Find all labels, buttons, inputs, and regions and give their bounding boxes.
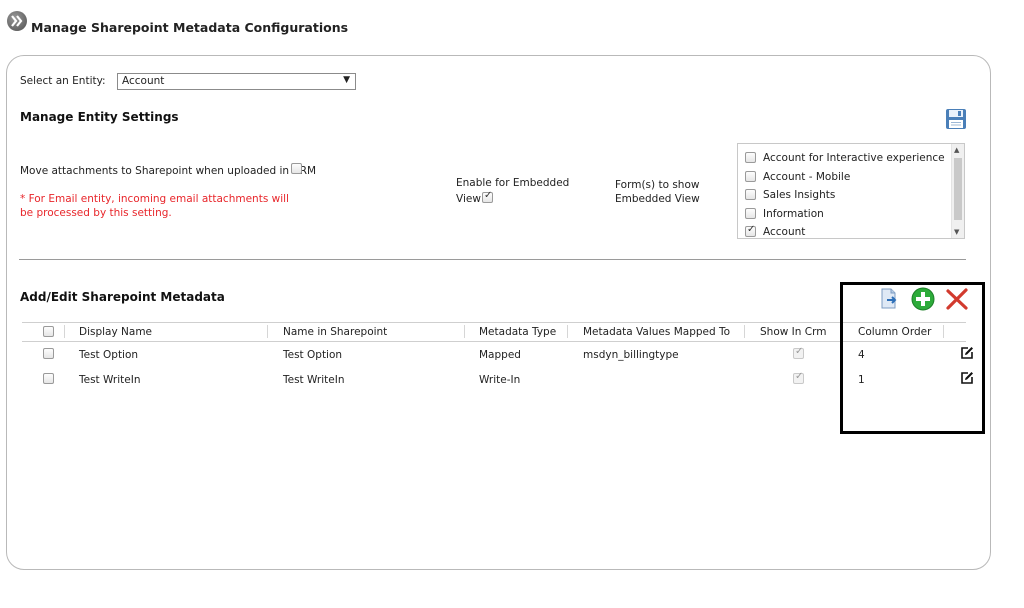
forms-label-line2: Embedded View [615, 193, 700, 205]
forms-label-line1: Form(s) to show [615, 179, 700, 191]
row-show-in-crm-checkbox [793, 371, 804, 384]
email-note-line1: * For Email entity, incoming email attac… [20, 193, 289, 205]
entity-select[interactable]: Account ▼ [117, 73, 356, 90]
row-name-in-sharepoint: Test Option [283, 349, 343, 361]
column-header-metadata-type[interactable]: Metadata Type [479, 326, 556, 338]
row-select-checkbox[interactable] [43, 348, 54, 359]
column-header-name-in-sharepoint[interactable]: Name in Sharepoint [283, 326, 387, 338]
form-checkbox[interactable] [745, 208, 756, 219]
move-attachments-checkbox[interactable] [291, 163, 302, 174]
form-item-label: Sales Insights [763, 189, 836, 201]
form-item-label: Account [763, 226, 806, 238]
metadata-title: Add/Edit Sharepoint Metadata [20, 290, 225, 304]
scroll-down-icon[interactable]: ▼ [954, 228, 959, 236]
column-separator [267, 325, 268, 338]
row-show-in-crm-checkbox [793, 346, 804, 359]
page-title: Manage Sharepoint Metadata Configuration… [31, 20, 349, 35]
entity-settings-title: Manage Entity Settings [20, 110, 179, 124]
scroll-thumb[interactable] [954, 158, 962, 220]
form-item-label: Account - Mobile [763, 171, 851, 183]
row-display-name: Test WriteIn [79, 374, 141, 386]
grid-header-bottom-border [22, 341, 966, 342]
row-values-mapped-to: msdyn_billingtype [583, 349, 679, 361]
form-item-label: Information [763, 208, 824, 220]
forms-scrollbar[interactable]: ▲ ▼ [951, 144, 964, 238]
column-header-show-in-crm[interactable]: Show In Crm [760, 326, 826, 338]
column-separator [744, 325, 745, 338]
email-note-line2: be processed by this setting. [20, 207, 172, 219]
column-header-display-name[interactable]: Display Name [79, 326, 152, 338]
row-select-checkbox[interactable] [43, 373, 54, 384]
dropdown-arrow-icon: ▼ [343, 75, 350, 85]
form-checkbox[interactable] [745, 189, 756, 200]
scroll-up-icon[interactable]: ▲ [954, 146, 959, 154]
entity-label: Select an Entity: [20, 75, 106, 87]
section-divider [19, 259, 966, 260]
form-checkbox[interactable] [745, 171, 756, 182]
form-item-label: Account for Interactive experience [763, 152, 945, 164]
form-checkbox[interactable] [745, 224, 756, 237]
forms-list[interactable]: Account for Interactive experience Accou… [737, 143, 965, 239]
row-metadata-type: Mapped [479, 349, 521, 361]
form-checkbox[interactable] [745, 152, 756, 163]
row-name-in-sharepoint: Test WriteIn [283, 374, 345, 386]
column-header-values-mapped-to[interactable]: Metadata Values Mapped To [583, 326, 730, 338]
embedded-view-label-line1: Enable for Embedded [456, 177, 570, 189]
row-metadata-type: Write-In [479, 374, 521, 386]
grid-header-top-border [22, 322, 966, 323]
highlight-box [840, 282, 985, 434]
select-all-checkbox[interactable] [43, 326, 54, 337]
column-separator [464, 325, 465, 338]
row-display-name: Test Option [79, 349, 139, 361]
embedded-view-label-line2: View [456, 193, 481, 205]
column-separator [567, 325, 568, 338]
save-icon[interactable] [945, 108, 967, 130]
column-separator [64, 325, 65, 338]
move-attachments-label: Move attachments to Sharepoint when uplo… [20, 165, 317, 177]
embedded-view-checkbox[interactable] [482, 190, 493, 203]
entity-select-value: Account [122, 75, 165, 87]
chevron-double-right-icon [7, 11, 27, 31]
